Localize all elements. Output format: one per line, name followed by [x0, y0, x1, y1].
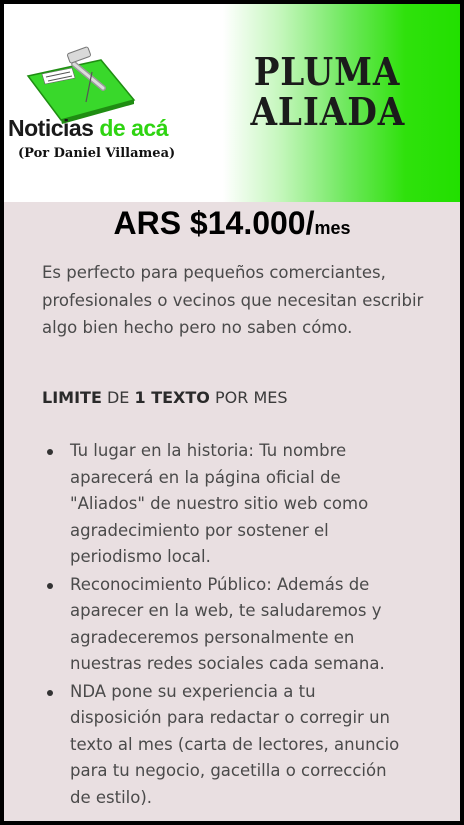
brand-title: PLUMA ALIADA — [250, 49, 406, 134]
benefit-item: Reconocimiento Público: Además de aparec… — [4, 572, 406, 678]
limit-word-3: 1 TEXTO — [134, 388, 210, 407]
price-unit: mes — [314, 218, 351, 238]
price-amount: ARS $14.000/ — [113, 205, 315, 241]
bullet-icon — [47, 582, 53, 589]
brand-title-line1: PLUMA — [253, 49, 401, 94]
plan-card: Noticias de acá (Por Daniel Villamea) PL… — [4, 4, 460, 821]
benefits-list: Tu lugar en la historia: Tu nombre apare… — [4, 438, 460, 812]
logo-subtitle: (Por Daniel Villamea) — [18, 146, 176, 161]
benefit-text: NDA pone su experiencia a tu disposición… — [70, 681, 400, 807]
benefit-text: Tu lugar en la historia: Tu nombre apare… — [70, 441, 369, 566]
limit-word-2: DE — [106, 388, 130, 407]
logo-title-part1: Noticias — [8, 115, 94, 141]
plan-description: Es perfecto para pequeños comerciantes, … — [42, 263, 424, 337]
bullet-icon — [47, 689, 53, 696]
bullet-icon — [47, 449, 53, 455]
header-banner: Noticias de acá (Por Daniel Villamea) PL… — [4, 4, 460, 202]
benefit-item: NDA pone su experiencia a tu disposición… — [4, 679, 406, 812]
logo-title-part2: de acá — [99, 115, 168, 141]
plan-limit: LIMITE DE 1 TEXTO POR MES — [42, 388, 288, 407]
benefit-text: Reconocimiento Público: Además de aparec… — [70, 574, 385, 674]
price: ARS $14.000/mes — [4, 205, 460, 241]
benefit-item: Tu lugar en la historia: Tu nombre apare… — [4, 438, 406, 571]
logo-title: Noticias de acá — [8, 117, 168, 140]
limit-word-4: POR MES — [215, 388, 288, 407]
limit-word-1: LIMITE — [42, 388, 102, 407]
brand-title-line2: ALIADA — [250, 89, 406, 134]
